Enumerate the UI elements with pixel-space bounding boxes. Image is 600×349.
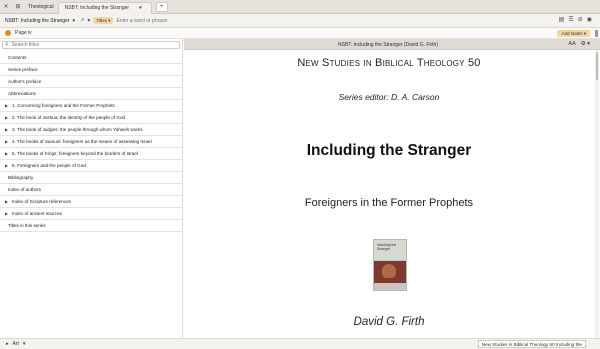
visual-filter-icon[interactable]: ◉: [587, 16, 592, 23]
reader-title: NSBT: Including the Stranger (David G. F…: [337, 42, 439, 48]
panel-menu-icon[interactable]: ▤: [559, 16, 565, 23]
series-title: New Studies in Biblical Theology 50: [297, 57, 481, 69]
search-input[interactable]: [116, 17, 207, 24]
toc-search: ⚲: [2, 41, 180, 49]
toc-item[interactable]: Contents: [0, 52, 182, 64]
tab-menu-icon[interactable]: ▾: [139, 5, 142, 11]
current-location-field[interactable]: New Studies in Biblical Theology 50 Incl…: [477, 340, 586, 348]
tool-selector[interactable]: Art: [13, 341, 19, 347]
page-indicator[interactable]: Page iv: [15, 30, 32, 36]
chevron-down-icon: ▾: [72, 17, 75, 24]
add-notes-button[interactable]: Add Notes ▾: [557, 30, 590, 37]
book-cover-image: Including the Stranger: [373, 239, 407, 291]
page-bar: Page iv Add Notes ▾: [0, 28, 600, 39]
cover-title: Including the Stranger: [377, 243, 397, 251]
list-view-icon[interactable]: ☰: [568, 16, 573, 23]
close-window-icon[interactable]: ✕: [0, 3, 12, 10]
expand-arrow-icon[interactable]: ▸: [6, 341, 9, 347]
new-tab-button[interactable]: +: [155, 1, 168, 12]
toc-item-label: Index of Scripture references: [12, 199, 71, 204]
reader-tools: AA ⚙ ▾: [568, 41, 590, 47]
status-tools: ▸ Art ▾: [0, 341, 25, 347]
resource-search: ⌕ ▾ Titles ▾: [81, 16, 207, 26]
tab-active-resource[interactable]: NSBT: Including the Stranger ▾: [57, 1, 152, 14]
tab-theological-label: Theological: [28, 3, 54, 10]
expand-triangle-icon[interactable]: ▶: [5, 211, 12, 216]
toc-list: Contents Series preface Author's preface Ab…: [0, 52, 182, 232]
toc-item[interactable]: ▶ Index of ancient sources: [0, 208, 182, 220]
toc-item-label: 1. Concerning foreigners and the Former …: [12, 103, 115, 108]
cover-title-area: Including the Stranger: [374, 240, 406, 260]
tab-active-label: NSBT: Including the Stranger: [64, 5, 130, 11]
search-icon: ⚲: [5, 42, 9, 48]
toc-item-label: Index of ancient sources: [12, 211, 62, 216]
table-of-contents-panel: ⚲ Contents Series preface Author's preface…: [0, 39, 183, 338]
toc-item[interactable]: ▶ 4. The books of Samuel: foreigners as t…: [0, 136, 182, 148]
book-title-page: New Studies in Biblical Theology 50 Seri…: [184, 51, 594, 338]
tab-bar: ✕ ⊞ Theological NSBT: Including the Stra…: [0, 0, 600, 14]
expand-triangle-icon[interactable]: ▶: [5, 139, 12, 144]
toc-item[interactable]: Author's preface: [0, 76, 182, 88]
book-subtitle: Foreigners in the Former Prophets: [304, 197, 474, 209]
toc-item-label: Contents: [8, 55, 27, 60]
toolbar-icons: ▤ ☰ ⊘ ◉: [559, 16, 592, 23]
resource-title-menu[interactable]: NSBT: Including the Stranger ▾: [0, 18, 79, 24]
toc-item[interactable]: ▶ 3. The book of Judges: the people throu…: [0, 124, 182, 136]
search-options-chevron-icon[interactable]: ▾: [87, 17, 90, 24]
tab-theological[interactable]: Theological: [24, 4, 58, 10]
book-author: David G. Firth: [353, 316, 425, 328]
toc-item[interactable]: Series preface: [0, 64, 182, 76]
font-size-icon[interactable]: AA: [568, 41, 575, 47]
toc-item[interactable]: Index of authors: [0, 184, 182, 196]
toc-item-label: Titles in this series: [8, 223, 46, 228]
toc-item[interactable]: ▶ 5. The books of Kings: foreigners beyon…: [0, 148, 182, 160]
book-title: Including the Stranger: [306, 142, 472, 159]
toc-item-label: Author's preface: [8, 79, 42, 84]
reader-header: NSBT: Including the Stranger (David G. F…: [184, 39, 600, 50]
sync-off-icon[interactable]: ⊘: [578, 16, 583, 23]
toc-item[interactable]: ▶ 6. Foreigners and the people of God: [0, 160, 182, 172]
toc-item[interactable]: ▶ 2. The book of Joshua: the identity of …: [0, 112, 182, 124]
toc-item-label: Index of authors: [8, 187, 41, 192]
page-location-icon: [5, 30, 11, 36]
settings-gear-icon[interactable]: ⚙ ▾: [581, 41, 590, 47]
layout-grid-icon[interactable]: ⊞: [12, 3, 24, 10]
search-icon[interactable]: ⌕: [81, 17, 84, 24]
expand-triangle-icon[interactable]: ▶: [5, 127, 12, 132]
expand-triangle-icon[interactable]: ▶: [5, 163, 12, 168]
toc-item[interactable]: Titles in this series: [0, 220, 182, 232]
reader-scrollbar-thumb[interactable]: [596, 52, 598, 80]
cover-artwork-figure: [382, 264, 396, 278]
series-editor: Series editor: D. A. Carson: [338, 92, 440, 102]
toc-item-label: Abbreviations: [8, 91, 36, 96]
status-bar: ▸ Art ▾ New Studies in Biblical Theology…: [0, 338, 600, 349]
toc-item-label: Series preface: [8, 67, 38, 72]
reader-scrollbar[interactable]: [595, 50, 599, 340]
expand-triangle-icon[interactable]: ▶: [5, 199, 12, 204]
toc-item[interactable]: ▶ 1. Concerning foreigners and the Former…: [0, 100, 182, 112]
chevron-down-icon[interactable]: ▾: [23, 341, 26, 347]
toc-item-label: 3. The book of Judges: the people throug…: [12, 127, 143, 132]
resource-title: NSBT: Including the Stranger: [5, 17, 70, 24]
toc-item-label: 4. The books of Samuel: foreigners as th…: [12, 139, 152, 144]
search-scope-chip[interactable]: Titles ▾: [93, 17, 114, 24]
toc-item-label: 5. The books of Kings: foreigners beyond…: [12, 151, 138, 156]
resource-toolbar: NSBT: Including the Stranger ▾ ⌕ ▾ Title…: [0, 14, 600, 28]
toc-item-label: 6. Foreigners and the people of God: [12, 163, 86, 168]
scrollbar-handle[interactable]: [595, 30, 598, 37]
expand-triangle-icon[interactable]: ▶: [5, 103, 12, 108]
toc-item[interactable]: ▶ Index of Scripture references: [0, 196, 182, 208]
toc-item[interactable]: Abbreviations: [0, 88, 182, 100]
toc-item-label: Bibliography: [8, 175, 34, 180]
toc-item[interactable]: Bibliography: [0, 172, 182, 184]
toc-item-label: 2. The book of Joshua: the identity of t…: [12, 115, 126, 120]
expand-triangle-icon[interactable]: ▶: [5, 151, 12, 156]
toc-search-input[interactable]: [11, 42, 132, 48]
expand-triangle-icon[interactable]: ▶: [5, 115, 12, 120]
